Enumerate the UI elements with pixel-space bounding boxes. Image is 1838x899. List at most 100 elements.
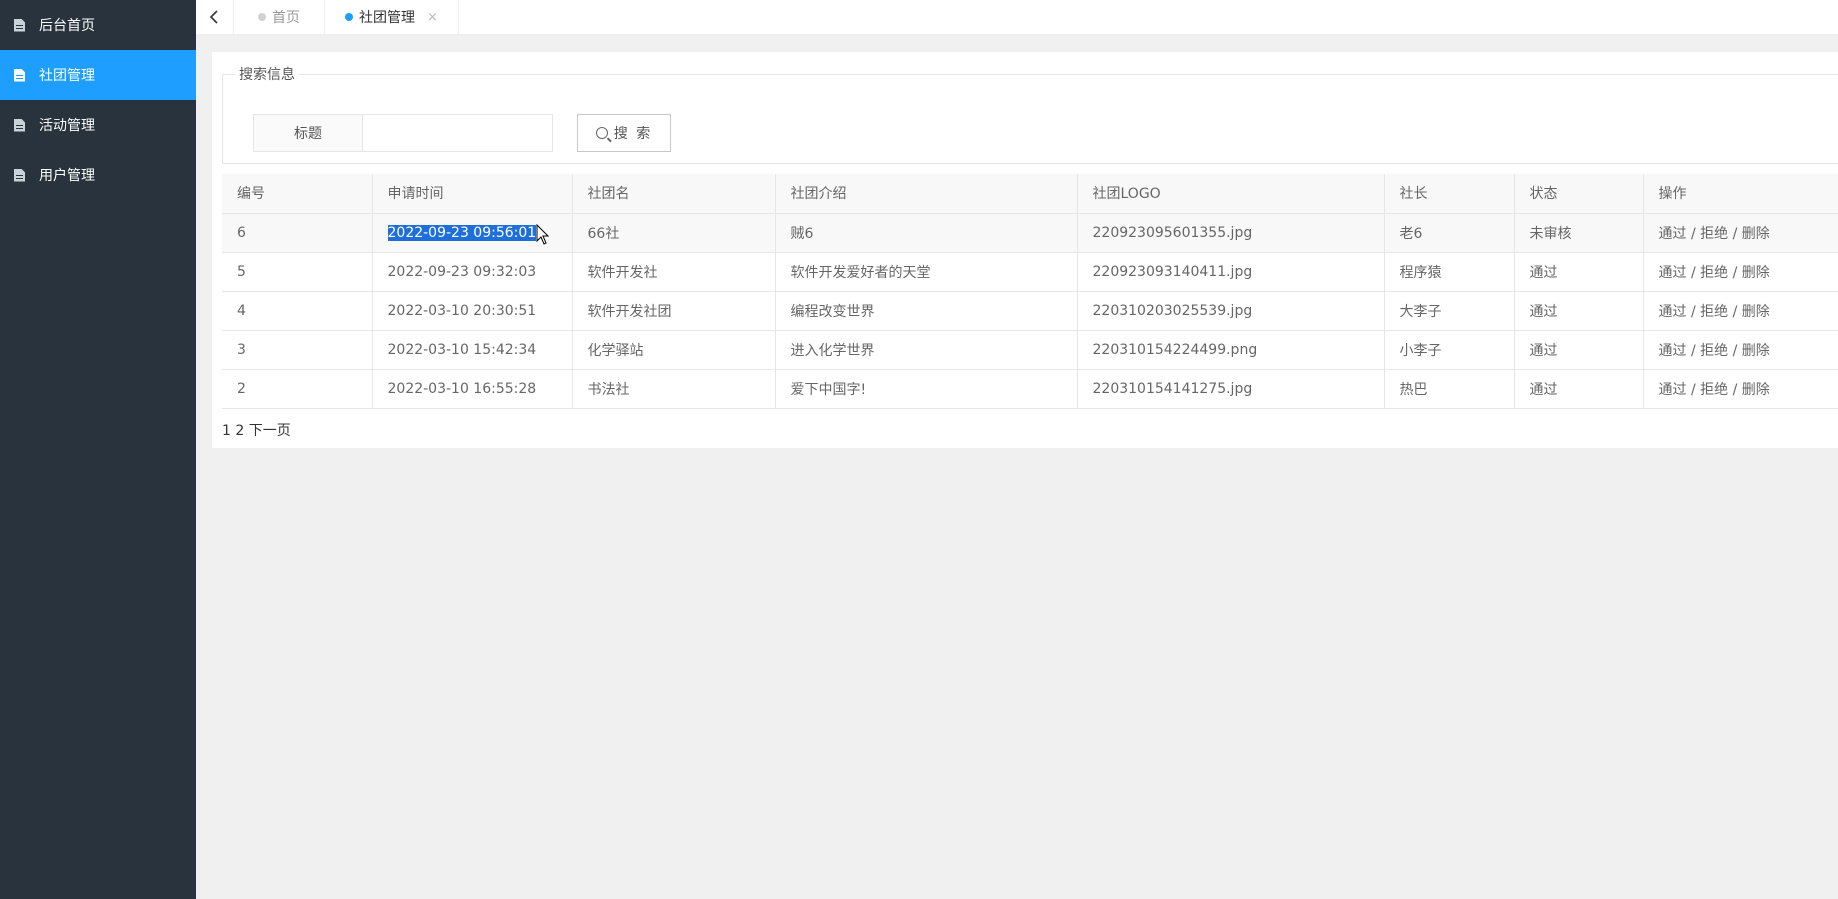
tab-label: 社团管理 [359,10,415,26]
sidebar-item-label: 活动管理 [39,118,95,134]
cell-club-name: 化学驿站 [571,329,775,370]
next-page-link[interactable]: 下一页 [249,423,291,439]
approve-link[interactable]: 通过 [1659,343,1687,359]
title-input[interactable] [363,114,553,152]
cell-club-logo: 220923093140411.jpg [1076,251,1384,292]
cell-status: 通过 [1513,251,1643,292]
table-row: 6 2022-09-23 09:56:01 66社 贼6 22092309560… [222,212,1838,253]
separator: / [1728,264,1742,281]
separator: / [1686,342,1701,359]
cell-club-intro: 编程改变世界 [774,290,1077,331]
selected-text: 2022-09-23 09:56:01 [387,224,537,241]
tab-club-management[interactable]: 社团管理 × [325,0,459,34]
approve-link[interactable]: 通过 [1659,265,1687,281]
separator: / [1728,225,1742,242]
cell-actions: 通过 / 拒绝 / 删除 [1642,329,1838,370]
document-icon [14,118,25,132]
sidebar-item-activity-management[interactable]: 活动管理 [0,100,196,150]
cell-club-intro: 进入化学世界 [774,329,1077,370]
cell-id: 5 [222,251,372,292]
column-header: 社长 [1383,174,1514,214]
cell-actions: 通过 / 拒绝 / 删除 [1642,368,1838,409]
reject-link[interactable]: 拒绝 [1700,226,1728,242]
tab-dot-icon [345,13,353,21]
cell-leader: 热巴 [1383,368,1514,409]
delete-link[interactable]: 删除 [1742,304,1770,320]
cell-club-logo: 220923095601355.jpg [1076,212,1384,253]
cell-id: 2 [222,368,372,409]
cell-id: 3 [222,329,372,370]
page-link-1[interactable]: 1 [222,423,231,439]
table-row: 5 2022-09-23 09:32:03 软件开发社 软件开发爱好者的天堂 2… [222,251,1838,292]
column-header: 状态 [1513,174,1643,214]
cell-club-name: 软件开发社团 [571,290,775,331]
tab-dot-icon [258,13,266,21]
cell-leader: 老6 [1383,212,1514,253]
cell-apply-time: 2022-03-10 20:30:51 [371,290,572,331]
document-icon [14,68,25,82]
cell-status: 通过 [1513,329,1643,370]
approve-link[interactable]: 通过 [1659,382,1687,398]
page-link-2[interactable]: 2 [235,423,244,439]
document-icon [14,18,25,32]
cell-actions: 通过 / 拒绝 / 删除 [1642,251,1838,292]
delete-link[interactable]: 删除 [1742,343,1770,359]
sidebar-item-label: 后台首页 [39,18,95,34]
reject-link[interactable]: 拒绝 [1700,343,1728,359]
reject-link[interactable]: 拒绝 [1700,382,1728,398]
cell-club-logo: 220310154141275.jpg [1076,368,1384,409]
tab-home[interactable]: 首页 [234,0,325,34]
separator: / [1686,303,1701,320]
cell-club-name: 书法社 [571,368,775,409]
club-table: 编号 申请时间 社团名 社团介绍 社团LOGO 社长 状态 操作 6 2022-… [222,174,1838,409]
column-header: 社团名 [571,174,775,214]
reject-link[interactable]: 拒绝 [1700,265,1728,281]
sidebar-item-user-management[interactable]: 用户管理 [0,150,196,200]
search-legend: 搜索信息 [239,67,295,83]
cell-club-name: 软件开发社 [571,251,775,292]
cell-leader: 程序猿 [1383,251,1514,292]
cell-club-name: 66社 [571,212,775,253]
sidebar-item-club-management[interactable]: 社团管理 [0,50,196,100]
search-icon [595,127,608,139]
column-header: 申请时间 [371,174,572,214]
cell-club-logo: 220310154224499.png [1076,329,1384,370]
cell-id: 6 [222,212,372,253]
search-button-label: 搜 索 [613,126,653,142]
column-header: 编号 [222,174,372,214]
search-panel: 搜索信息 标题 搜 索 [222,64,1838,164]
approve-link[interactable]: 通过 [1659,304,1687,320]
sidebar-item-dashboard[interactable]: 后台首页 [0,0,196,50]
delete-link[interactable]: 删除 [1742,265,1770,281]
cell-club-intro: 软件开发爱好者的天堂 [774,251,1077,292]
content-card: 搜索信息 标题 搜 索 编号 申请时间 社团名 社团介绍 社团LOGO 社长 状… [212,52,1838,448]
close-icon[interactable]: × [427,10,438,25]
table-row: 3 2022-03-10 15:42:34 化学驿站 进入化学世界 220310… [222,329,1838,370]
delete-link[interactable]: 删除 [1742,382,1770,398]
separator: / [1686,381,1701,398]
search-button[interactable]: 搜 索 [577,114,671,152]
cell-status: 通过 [1513,290,1643,331]
approve-link[interactable]: 通过 [1659,226,1687,242]
pagination: 1 2 下一页 [222,420,291,440]
cell-apply-time: 2022-09-23 09:32:03 [371,251,572,292]
title-label: 标题 [253,114,363,152]
document-icon [14,168,25,182]
delete-link[interactable]: 删除 [1742,226,1770,242]
cell-apply-time: 2022-03-10 16:55:28 [371,368,572,409]
tab-bar: 首页 社团管理 × [196,0,1838,35]
table-row: 2 2022-03-10 16:55:28 书法社 爱下中国字! 2203101… [222,368,1838,409]
cell-club-logo: 220310203025539.jpg [1076,290,1384,331]
cell-status: 未审核 [1513,212,1643,253]
column-header: 社团介绍 [774,174,1077,214]
separator: / [1728,342,1742,359]
cell-actions: 通过 / 拒绝 / 删除 [1642,212,1838,253]
cell-leader: 小李子 [1383,329,1514,370]
chevron-left-icon[interactable] [196,0,234,34]
cell-id: 4 [222,290,372,331]
sidebar-item-label: 社团管理 [39,68,95,84]
reject-link[interactable]: 拒绝 [1700,304,1728,320]
sidebar-item-label: 用户管理 [39,168,95,184]
cell-actions: 通过 / 拒绝 / 删除 [1642,290,1838,331]
table-row: 4 2022-03-10 20:30:51 软件开发社团 编程改变世界 2203… [222,290,1838,331]
